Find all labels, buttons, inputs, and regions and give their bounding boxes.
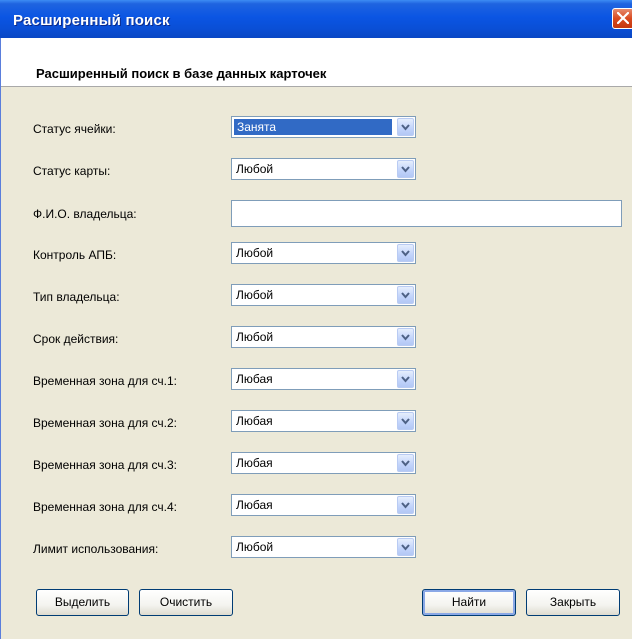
cell-status-value: Занята <box>234 119 392 135</box>
tz3-select[interactable]: Любая <box>231 452 416 474</box>
apb-control-select[interactable]: Любой <box>231 242 416 264</box>
apb-control-label: Контроль АПБ: <box>33 248 117 262</box>
card-status-select[interactable]: Любой <box>231 158 416 180</box>
chevron-down-icon <box>401 376 410 383</box>
chevron-down-icon <box>401 250 410 257</box>
validity-select[interactable]: Любой <box>231 326 416 348</box>
dropdown-button[interactable] <box>397 454 414 472</box>
apb-control-value: Любой <box>236 246 274 260</box>
usage-limit-select[interactable]: Любой <box>231 536 416 558</box>
tz4-label: Временная зона для сч.4: <box>33 500 178 514</box>
dropdown-button[interactable] <box>397 538 414 556</box>
card-status-label: Статус карты: <box>33 164 111 178</box>
tz3-label: Временная зона для сч.3: <box>33 458 178 472</box>
cell-status-select[interactable]: Занята <box>231 116 416 138</box>
dropdown-button[interactable] <box>397 412 414 430</box>
chevron-down-icon <box>401 544 410 551</box>
title-bar[interactable]: Расширенный поиск <box>0 0 632 38</box>
advanced-search-dialog: Расширенный поиск Расширенный поиск в ба… <box>0 0 632 639</box>
tz3-value: Любая <box>236 456 273 470</box>
dropdown-button[interactable] <box>397 496 414 514</box>
dropdown-button[interactable] <box>397 118 414 136</box>
tz2-value: Любая <box>236 414 273 428</box>
usage-limit-value: Любой <box>236 540 274 554</box>
header-title: Расширенный поиск в базе данных карточек <box>36 66 327 81</box>
owner-type-value: Любой <box>236 288 274 302</box>
window-title: Расширенный поиск <box>13 12 170 29</box>
cell-status-label: Статус ячейки: <box>33 122 116 136</box>
owner-type-select[interactable]: Любой <box>231 284 416 306</box>
dropdown-button[interactable] <box>397 328 414 346</box>
dropdown-button[interactable] <box>397 244 414 262</box>
tz4-select[interactable]: Любая <box>231 494 416 516</box>
close-icon <box>617 12 629 24</box>
dropdown-button[interactable] <box>397 160 414 178</box>
tz2-select[interactable]: Любая <box>231 410 416 432</box>
chevron-down-icon <box>401 460 410 467</box>
tz2-label: Временная зона для сч.2: <box>33 416 178 430</box>
close-window-button[interactable] <box>612 8 632 29</box>
validity-label: Срок действия: <box>33 332 119 346</box>
chevron-down-icon <box>401 418 410 425</box>
close-button[interactable]: Закрыть <box>526 589 620 616</box>
window-border <box>0 38 1 639</box>
chevron-down-icon <box>401 166 410 173</box>
clear-button[interactable]: Очистить <box>139 589 233 616</box>
chevron-down-icon <box>401 334 410 341</box>
dropdown-button[interactable] <box>397 286 414 304</box>
owner-name-label: Ф.И.О. владельца: <box>33 207 137 221</box>
chevron-down-icon <box>401 292 410 299</box>
dropdown-button[interactable] <box>397 370 414 388</box>
card-status-value: Любой <box>236 162 274 176</box>
validity-value: Любой <box>236 330 274 344</box>
tz4-value: Любая <box>236 498 273 512</box>
owner-name-input[interactable] <box>231 200 622 227</box>
select-button[interactable]: Выделить <box>36 589 129 616</box>
tz1-select[interactable]: Любая <box>231 368 416 390</box>
usage-limit-label: Лимит использования: <box>33 542 159 556</box>
chevron-down-icon <box>401 502 410 509</box>
tz1-label: Временная зона для сч.1: <box>33 374 178 388</box>
chevron-down-icon <box>401 124 410 131</box>
dialog-header: Расширенный поиск в базе данных карточек <box>0 38 632 87</box>
owner-type-label: Тип владельца: <box>33 290 120 304</box>
find-button[interactable]: Найти <box>422 589 516 616</box>
tz1-value: Любая <box>236 372 273 386</box>
